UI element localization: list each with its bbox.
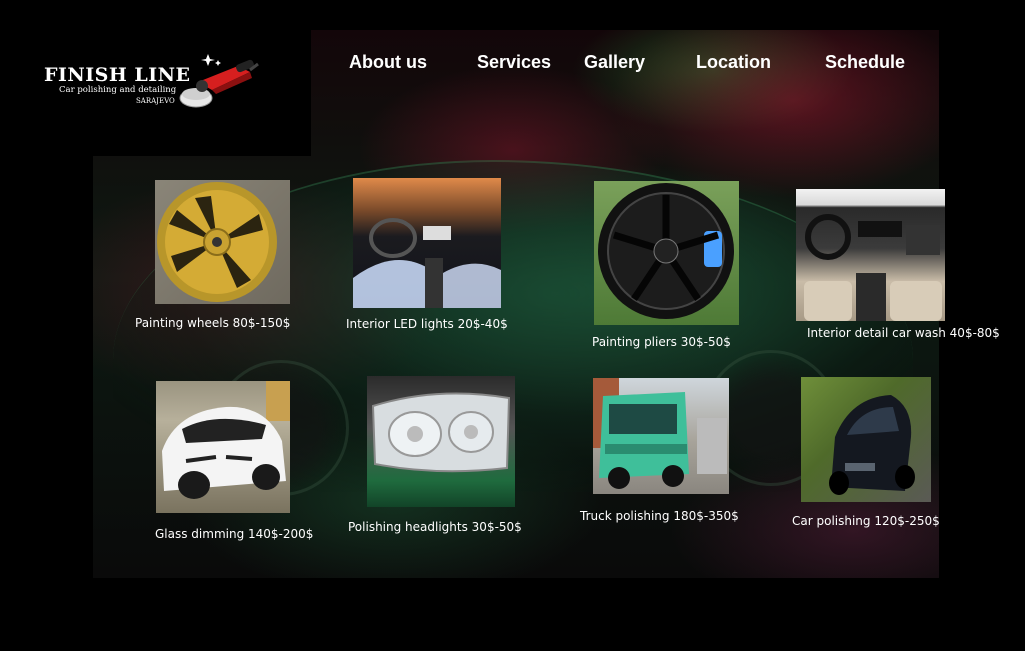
service-caption: Polishing headlights 30$-50$ <box>348 520 522 534</box>
brand-tagline: Car polishing and detailing <box>59 85 177 95</box>
nav-services[interactable]: Services <box>477 52 551 73</box>
service-caption: Painting pliers 30$-50$ <box>592 335 731 349</box>
headlight-photo <box>367 376 515 507</box>
service-caption: Interior LED lights 20$-40$ <box>346 317 508 331</box>
white-peugeot-photo <box>156 381 290 513</box>
green-truck-photo <box>593 378 729 494</box>
service-caption: Glass dimming 140$-200$ <box>155 527 314 541</box>
service-caption: Interior detail car wash 40$-80$ <box>807 326 1000 340</box>
led-interior-photo <box>353 178 501 308</box>
black-suv-photo <box>801 377 931 502</box>
service-caption: Painting wheels 80$-150$ <box>135 316 291 330</box>
service-caption: Truck polishing 180$-350$ <box>580 509 739 523</box>
page: FINISH LINE Car polishing and detailing … <box>0 0 1025 651</box>
gold-wheel-photo <box>155 180 290 304</box>
nav-about-us[interactable]: About us <box>349 52 427 73</box>
nav-schedule[interactable]: Schedule <box>825 52 905 73</box>
service-caption: Car polishing 120$-250$ <box>792 514 940 528</box>
black-rim-photo <box>594 181 739 325</box>
nav-location[interactable]: Location <box>696 52 771 73</box>
logo[interactable]: FINISH LINE Car polishing and detailing … <box>30 30 311 156</box>
main-nav: About us Services Gallery Location Sched… <box>0 52 1025 76</box>
car-interior-photo <box>796 189 945 321</box>
nav-gallery[interactable]: Gallery <box>584 52 645 73</box>
brand-city: SARAJEVO <box>136 97 175 105</box>
